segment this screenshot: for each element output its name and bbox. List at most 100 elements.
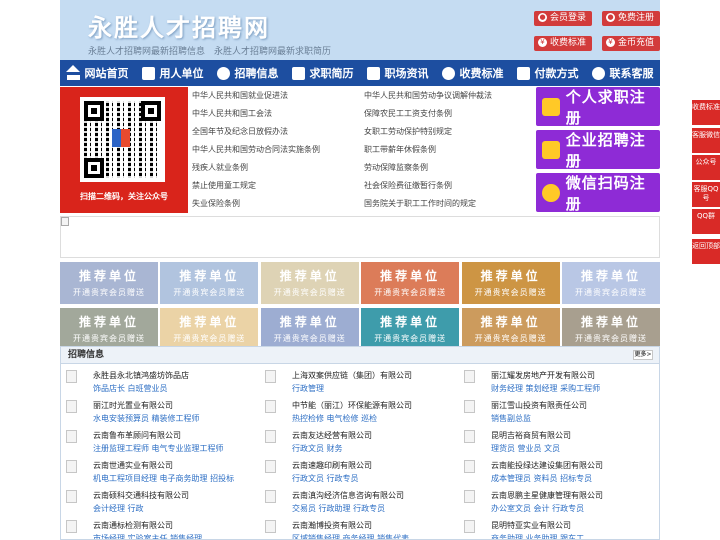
company-logo-image[interactable]: [66, 430, 77, 443]
law-link[interactable]: 中华人民共和国劳动争议调解仲裁法: [364, 90, 492, 101]
more-jobs-button[interactable]: 更多>: [633, 350, 653, 360]
nav-item-fees[interactable]: 收费标准: [435, 60, 510, 86]
company-register-button[interactable]: 企业招聘注册: [536, 130, 660, 170]
job-positions-link[interactable]: 行政管理: [292, 383, 324, 394]
job-positions-link[interactable]: 办公室文员 会计 行政专员: [491, 503, 584, 514]
company-logo-image[interactable]: [66, 490, 77, 503]
company-logo-image[interactable]: [464, 430, 475, 443]
job-positions-link[interactable]: 商务助理 业务助理 跟车工: [491, 533, 584, 539]
sidebar-tab[interactable]: 客服QQ号: [692, 182, 720, 207]
law-link[interactable]: 国务院关于职工工作时间的规定: [364, 198, 476, 209]
law-link[interactable]: 职工带薪年休假条例: [364, 144, 436, 155]
ad-banner[interactable]: [60, 216, 660, 258]
law-link[interactable]: 全国年节及纪念日放假办法: [192, 126, 288, 137]
recommended-employer-tile[interactable]: 推荐单位 开通贵宾会员赠送: [361, 308, 460, 350]
nav-item-contact[interactable]: 联系客服: [585, 60, 660, 86]
job-positions-link[interactable]: 注册监理工程师 电气专业监理工程师: [93, 443, 224, 454]
company-name-link[interactable]: 云南世通实业有限公司: [93, 460, 173, 471]
recommended-employer-tile[interactable]: 推荐单位 开通贵宾会员赠送: [260, 262, 359, 304]
company-logo-image[interactable]: [66, 520, 77, 533]
company-name-link[interactable]: 丽江雪山投资有限责任公司: [491, 400, 587, 411]
law-link[interactable]: 中华人民共和国劳动合同法实施条例: [192, 144, 320, 155]
law-link[interactable]: 社会保险费征缴暂行条例: [364, 180, 452, 191]
company-name-link[interactable]: 云南恩鹏主星健康管理有限公司: [491, 490, 603, 501]
company-name-link[interactable]: 丽江耀发房地产开发有限公司: [491, 370, 595, 381]
company-logo-image[interactable]: [464, 490, 475, 503]
job-positions-link[interactable]: 销售副总监: [491, 413, 531, 424]
company-name-link[interactable]: 丽江时光置业有限公司: [93, 400, 173, 411]
recommended-employer-tile[interactable]: 推荐单位 开通贵宾会员赠送: [160, 308, 259, 350]
recommended-employer-tile[interactable]: 推荐单位 开通贵宾会员赠送: [160, 262, 259, 304]
coin-recharge-button[interactable]: ¥ 金币充值: [602, 36, 661, 51]
company-name-link[interactable]: 昆明特亚实业有限公司: [491, 520, 571, 531]
site-logo-title[interactable]: 永胜人才招聘网: [88, 8, 270, 43]
job-positions-link[interactable]: 交易员 行政助理 行政专员: [292, 503, 385, 514]
company-logo-image[interactable]: [464, 400, 475, 413]
job-positions-link[interactable]: 市场经理 实验室主任 销售经理: [93, 533, 202, 539]
law-link[interactable]: 保障农民工工资支付条例: [364, 108, 452, 119]
company-logo-image[interactable]: [265, 460, 276, 473]
nav-item-resumes[interactable]: 求职简历: [285, 60, 360, 86]
company-logo-image[interactable]: [265, 490, 276, 503]
job-positions-link[interactable]: 机电工程项目经理 电子商务助理 招投标: [93, 473, 234, 484]
law-link[interactable]: 中华人民共和国工会法: [192, 108, 272, 119]
register-free-button[interactable]: ● 免费注册: [602, 11, 661, 26]
law-link[interactable]: 中华人民共和国就业促进法: [192, 90, 288, 101]
recommended-employer-tile[interactable]: 推荐单位 开通贵宾会员赠送: [260, 308, 359, 350]
recommended-employer-tile[interactable]: 推荐单位 开通贵宾会员赠送: [562, 262, 660, 304]
company-logo-image[interactable]: [265, 400, 276, 413]
law-link[interactable]: 劳动保障监察条例: [364, 162, 428, 173]
company-logo-image[interactable]: [265, 520, 276, 533]
nav-item-home[interactable]: 网站首页: [60, 60, 135, 86]
company-name-link[interactable]: 永胜县永北镇鸿盛坊饰品店: [93, 370, 189, 381]
company-logo-image[interactable]: [66, 370, 77, 383]
law-link[interactable]: 禁止使用童工规定: [192, 180, 256, 191]
company-logo-image[interactable]: [265, 370, 276, 383]
company-logo-image[interactable]: [66, 400, 77, 413]
sidebar-tab[interactable]: QQ群: [692, 209, 720, 234]
company-name-link[interactable]: 云南速趣印刷有限公司: [292, 460, 372, 471]
company-name-link[interactable]: 云南通标检测有限公司: [93, 520, 173, 531]
job-positions-link[interactable]: 行政文员 财务: [292, 443, 343, 454]
company-name-link[interactable]: 昆明吉裕商贸有限公司: [491, 430, 571, 441]
company-logo-image[interactable]: [464, 460, 475, 473]
job-positions-link[interactable]: 财务经理 策划经理 采购工程师: [491, 383, 600, 394]
company-name-link[interactable]: 上海双案供应链（集团）有限公司: [292, 370, 412, 381]
job-positions-link[interactable]: 成本管理员 资料员 招标专员: [491, 473, 592, 484]
company-logo-image[interactable]: [66, 460, 77, 473]
job-positions-link[interactable]: 理货员 营业员 文员: [491, 443, 560, 454]
law-link[interactable]: 失业保险条例: [192, 198, 240, 209]
job-positions-link[interactable]: 区域销售经理 商务经理 销售代表: [292, 533, 409, 539]
sidebar-tab[interactable]: 公众号: [692, 155, 720, 180]
company-name-link[interactable]: 云南鲁布革顾问有限公司: [93, 430, 181, 441]
sidebar-tab[interactable]: 客服微信: [692, 128, 720, 153]
company-logo-image[interactable]: [265, 430, 276, 443]
job-positions-link[interactable]: 水电安装预算员 精装修工程师: [93, 413, 200, 424]
nav-item-jobs[interactable]: 招聘信息: [210, 60, 285, 86]
sidebar-tab[interactable]: 返回顶部: [692, 239, 720, 264]
company-name-link[interactable]: 云南能投绿达建设集团有限公司: [491, 460, 603, 471]
job-positions-link[interactable]: 行政文员 行政专员: [292, 473, 359, 484]
company-name-link[interactable]: 云南友达经营有限公司: [292, 430, 372, 441]
job-positions-link[interactable]: 热控检修 电气检修 巡检: [292, 413, 377, 424]
nav-item-payment[interactable]: 付款方式: [510, 60, 585, 86]
recommended-employer-tile[interactable]: 推荐单位 开通贵宾会员赠送: [361, 262, 460, 304]
company-name-link[interactable]: 云南瀚博投资有限公司: [292, 520, 372, 531]
nav-item-news[interactable]: 职场资讯: [360, 60, 435, 86]
recommended-employer-tile[interactable]: 推荐单位 开通贵宾会员赠送: [461, 262, 560, 304]
company-name-link[interactable]: 中节能（丽江）环保能源有限公司: [292, 400, 412, 411]
personal-register-button[interactable]: 个人求职注册: [536, 87, 660, 127]
recommended-employer-tile[interactable]: 推荐单位 开通贵宾会员赠送: [60, 262, 158, 304]
recommended-employer-tile[interactable]: 推荐单位 开通贵宾会员赠送: [461, 308, 560, 350]
company-name-link[interactable]: 云南硕科交通科技有限公司: [93, 490, 189, 501]
company-logo-image[interactable]: [464, 520, 475, 533]
company-name-link[interactable]: 云南滇沟经济信息咨询有限公司: [292, 490, 404, 501]
recommended-employer-tile[interactable]: 推荐单位 开通贵宾会员赠送: [562, 308, 660, 350]
sidebar-tab[interactable]: 收费标准: [692, 100, 720, 125]
law-link[interactable]: 残疾人就业条例: [192, 162, 248, 173]
law-link[interactable]: 女职工劳动保护特别规定: [364, 126, 452, 137]
login-button[interactable]: ● 会员登录: [534, 11, 593, 26]
job-positions-link[interactable]: 会计经理 行政: [93, 503, 144, 514]
recommended-employer-tile[interactable]: 推荐单位 开通贵宾会员赠送: [60, 308, 158, 350]
nav-item-employers[interactable]: 用人单位: [135, 60, 210, 86]
